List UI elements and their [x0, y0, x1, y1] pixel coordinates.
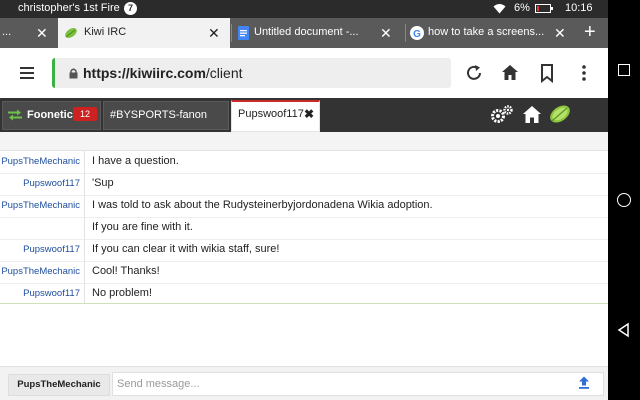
message-row: PupsTheMechanic I was told to ask about …: [0, 195, 608, 218]
android-nav-bar: [608, 0, 640, 400]
message-row: Pupswoof117 If you can clear it with wik…: [0, 239, 608, 262]
message-nick[interactable]: PupsTheMechanic: [0, 200, 80, 211]
browser-tab-docs[interactable]: Untitled document -... ✕: [232, 18, 404, 48]
url-path: /client: [205, 65, 243, 81]
query-tab-active[interactable]: Pupswoof117 ✖: [231, 100, 320, 132]
message-text: 'Sup: [92, 177, 114, 189]
network-arrows-icon: [8, 109, 22, 121]
message-text: I was told to ask about the Rudysteinerb…: [92, 199, 433, 211]
overflow-menu-icon[interactable]: [574, 63, 594, 83]
nick-column-divider: [84, 151, 85, 304]
tab-title: how to take a screens...: [428, 26, 545, 38]
message-nick[interactable]: PupsTheMechanic: [0, 266, 80, 277]
kiwi-logo-icon: [550, 105, 570, 123]
svg-text:G: G: [413, 29, 421, 40]
tab-title: Untitled document -...: [254, 26, 359, 38]
message-text: If you can clear it with wikia staff, su…: [92, 243, 280, 255]
browser-tab-strip: ... ✕ Kiwi IRC ✕ Untitled document -... …: [0, 18, 608, 48]
close-icon[interactable]: ✕: [36, 26, 48, 40]
tab-title: Kiwi IRC: [84, 26, 127, 38]
input-bar: PupsTheMechanic: [0, 366, 608, 400]
url-field[interactable]: https://kiwiirc.com/client: [52, 58, 451, 88]
wifi-icon: [493, 4, 506, 14]
message-text: Cool! Thanks!: [92, 265, 160, 277]
reload-icon[interactable]: [464, 63, 484, 83]
battery-icon: [535, 4, 553, 13]
browser-tab-google[interactable]: G how to take a screens... ✕: [406, 18, 578, 48]
battery-percent: 6%: [514, 2, 530, 14]
url-domain: kiwiirc.com: [129, 65, 206, 81]
message-row: Pupswoof117 No problem!: [0, 283, 608, 305]
kiwi-toolbar: Foonetic 12 #BYSPORTS-fanon Pupswoof117 …: [0, 98, 608, 132]
message-row: PupsTheMechanic I have a question.: [0, 151, 608, 174]
browser-tab-kiwi[interactable]: Kiwi IRC ✕: [58, 18, 230, 48]
message-nick[interactable]: PupsTheMechanic: [0, 156, 80, 167]
messages-end-line: [0, 303, 608, 304]
close-icon[interactable]: ✕: [208, 26, 220, 40]
google-docs-icon: [238, 26, 249, 40]
tab-title: ...: [2, 26, 12, 38]
new-tab-plus-icon[interactable]: +: [584, 21, 596, 44]
message-nick[interactable]: Pupswoof117: [0, 178, 80, 189]
message-nick[interactable]: Pupswoof117: [0, 288, 80, 299]
notification-count-icon: 7: [124, 2, 137, 15]
network-tab[interactable]: Foonetic 12: [2, 101, 101, 130]
channel-tab[interactable]: #BYSPORTS-fanon: [103, 101, 229, 130]
kiwi-home-icon[interactable]: [522, 105, 542, 124]
message-row: Pupswoof117 'Sup: [0, 173, 608, 196]
address-bar-area: https://kiwiirc.com/client: [0, 48, 608, 98]
status-bar: christopher's 1st Fire 7 6% 10:16: [0, 0, 608, 18]
device-name: christopher's 1st Fire: [18, 2, 120, 14]
query-name: Pupswoof117: [238, 108, 304, 120]
close-query-icon[interactable]: ✖: [304, 107, 314, 121]
upload-icon[interactable]: [578, 376, 590, 389]
google-g-icon: G: [410, 26, 424, 40]
hamburger-menu-icon[interactable]: [20, 67, 34, 79]
network-name: Foonetic: [27, 109, 73, 121]
kiwi-leaf-icon: [65, 28, 77, 38]
message-list: PupsTheMechanic I have a question. Pupsw…: [0, 151, 608, 304]
current-nick-button[interactable]: PupsTheMechanic: [8, 374, 110, 396]
message-row: PupsTheMechanic Cool! Thanks!: [0, 261, 608, 284]
channel-name: #BYSPORTS-fanon: [110, 109, 208, 121]
status-clock: 10:16: [565, 2, 593, 14]
url-scheme: https://: [83, 65, 130, 81]
settings-gears-icon[interactable]: [490, 105, 514, 125]
message-row: If you are fine with it.: [0, 217, 608, 240]
message-nick[interactable]: Pupswoof117: [0, 244, 80, 255]
close-icon[interactable]: ✕: [554, 26, 566, 40]
bookmark-icon[interactable]: [537, 63, 557, 83]
home-icon[interactable]: [500, 63, 520, 83]
url-text: https://kiwiirc.com/client: [83, 65, 243, 81]
lock-icon: [69, 68, 78, 79]
back-icon[interactable]: [616, 322, 632, 338]
close-icon[interactable]: ✕: [380, 26, 392, 40]
send-message-input[interactable]: [112, 372, 604, 396]
message-text: No problem!: [92, 287, 152, 299]
recent-apps-icon[interactable]: [616, 62, 632, 78]
message-text: If you are fine with it.: [92, 221, 193, 233]
browser-tab-overflow[interactable]: ... ✕: [0, 18, 58, 48]
message-text: I have a question.: [92, 155, 179, 167]
android-home-icon[interactable]: [616, 192, 632, 208]
topic-bar: [0, 132, 608, 151]
unread-badge: 12: [73, 107, 97, 121]
